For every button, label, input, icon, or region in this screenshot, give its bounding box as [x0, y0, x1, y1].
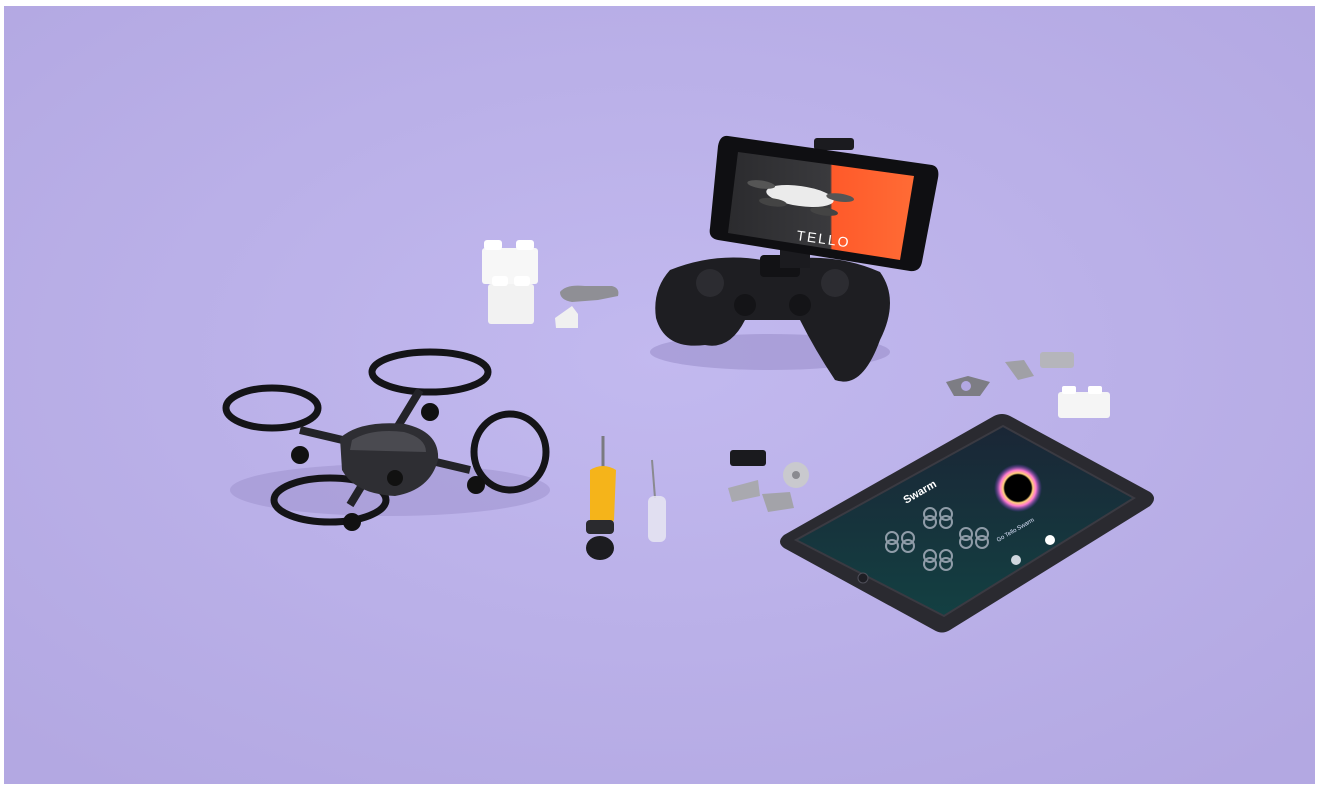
- product-photo: TELLO Swarm Go Tello Swarm: [0, 0, 1319, 787]
- backdrop: [4, 6, 1315, 784]
- gamepad-icon: [650, 255, 890, 382]
